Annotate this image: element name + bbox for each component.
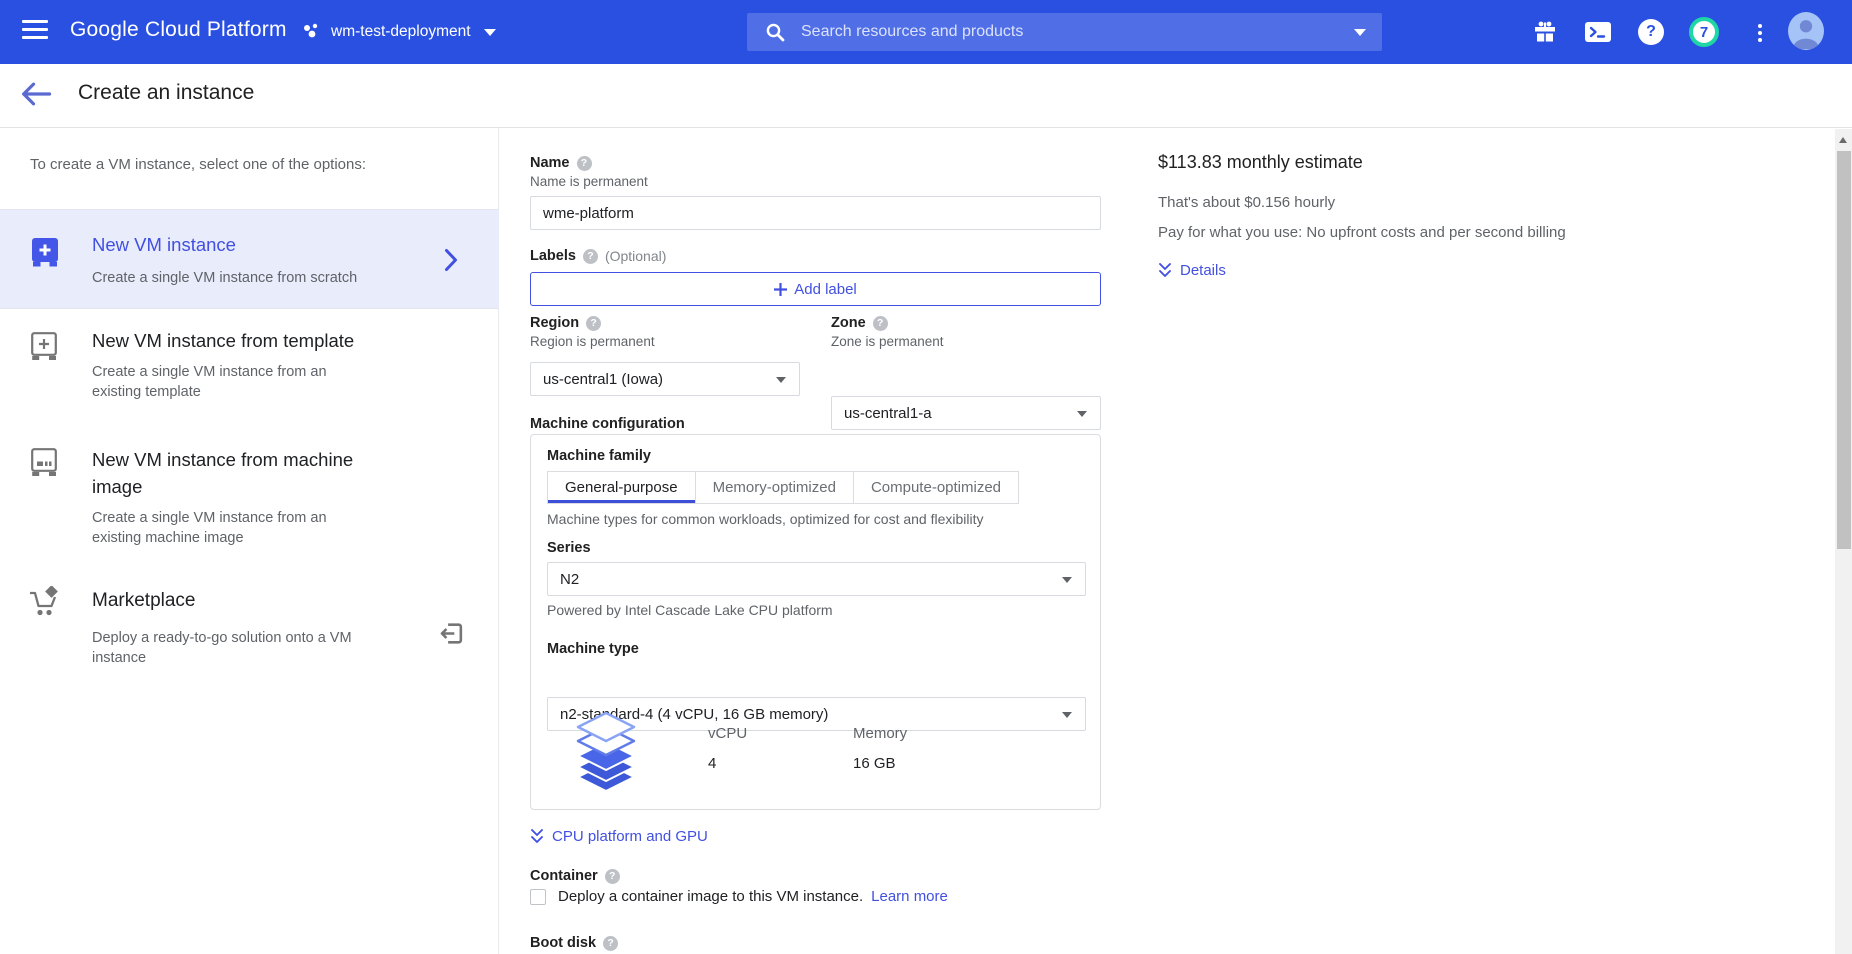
open-in-marketplace-icon <box>438 620 465 647</box>
sidebar-item-title: New VM instance <box>92 234 236 256</box>
search-bar[interactable] <box>747 13 1382 51</box>
memory-label: Memory <box>853 725 907 742</box>
region-select[interactable]: us-central1 (Iowa) <box>530 362 800 396</box>
sidebar-item-title: New VM instance from machine image <box>92 446 402 500</box>
series-note: Powered by Intel Cascade Lake CPU platfo… <box>547 602 833 618</box>
help-icon: ? <box>1638 19 1664 45</box>
container-help-icon[interactable] <box>605 869 620 884</box>
layers-icon <box>568 711 644 793</box>
whats-new-button[interactable] <box>1527 14 1563 50</box>
search-input[interactable] <box>801 23 1338 41</box>
project-picker[interactable]: wm-test-deployment <box>300 14 496 50</box>
scrollbar-thumb[interactable] <box>1837 151 1851 549</box>
gift-icon <box>1533 20 1557 44</box>
sidebar-intro: To create a VM instance, select one of t… <box>30 156 366 173</box>
page-header: Create an instance <box>0 64 1852 128</box>
sidebar-item-description: Create a single VM instance from scratch <box>92 268 357 288</box>
name-input[interactable] <box>530 196 1101 230</box>
sidebar-item-description: Create a single VM instance from an exis… <box>92 508 342 548</box>
labels-label: Labels (Optional) <box>530 248 666 264</box>
expand-more-icon <box>530 828 544 845</box>
machine-config-card: Machine family General-purpose Memory-op… <box>530 434 1101 810</box>
tab-general-purpose[interactable]: General-purpose <box>547 471 695 504</box>
notification-count: 7 <box>1700 24 1708 41</box>
estimate-billing-note: Pay for what you use: No upfront costs a… <box>1158 224 1566 241</box>
vm-plus-icon <box>32 238 59 267</box>
estimate-title: $113.83 monthly estimate <box>1158 152 1363 173</box>
container-learn-more-link[interactable]: Learn more <box>871 888 948 905</box>
machine-family-label: Machine family <box>547 448 651 464</box>
vertical-scrollbar[interactable] <box>1835 129 1852 954</box>
boot-disk-help-icon[interactable] <box>603 936 618 951</box>
gcp-logo[interactable]: Google Cloud Platform <box>70 18 287 42</box>
project-name: wm-test-deployment <box>331 23 471 41</box>
container-label: Container <box>530 868 620 884</box>
region-label: Region <box>530 315 601 331</box>
machine-config-heading: Machine configuration <box>530 416 685 432</box>
avatar <box>1788 12 1824 50</box>
series-select[interactable]: N2 <box>547 562 1086 596</box>
instance-form: Name Name is permanent Labels (Optional)… <box>530 128 1101 954</box>
expand-more-icon <box>1158 262 1172 279</box>
plus-icon <box>774 283 787 296</box>
marketplace-cart-icon <box>28 586 60 618</box>
vcpu-value: 4 <box>708 755 716 772</box>
machine-image-icon <box>31 448 58 477</box>
zone-label: Zone <box>831 315 888 331</box>
estimate-details-expander[interactable]: Details <box>1158 262 1226 279</box>
page-title: Create an instance <box>78 81 254 105</box>
tab-memory-optimized[interactable]: Memory-optimized <box>695 471 853 504</box>
chevron-down-icon <box>484 29 496 36</box>
sidebar-item-title: Marketplace <box>92 590 196 612</box>
container-checkbox[interactable] <box>530 889 546 905</box>
creation-options-sidebar: To create a VM instance, select one of t… <box>0 128 499 954</box>
zone-help-icon[interactable] <box>873 316 888 331</box>
vcpu-label: vCPU <box>708 725 747 742</box>
back-arrow-icon <box>20 80 52 108</box>
series-label: Series <box>547 540 591 556</box>
labels-optional: (Optional) <box>605 248 666 264</box>
machine-type-label: Machine type <box>547 641 639 657</box>
zone-note: Zone is permanent <box>831 334 944 349</box>
tab-description: Machine types for common workloads, opti… <box>547 511 984 527</box>
help-button[interactable]: ? <box>1633 14 1669 50</box>
project-icon <box>300 21 322 43</box>
sidebar-item-description: Create a single VM instance from an exis… <box>92 362 342 402</box>
more-options-button[interactable] <box>1742 14 1778 50</box>
template-icon <box>31 332 58 361</box>
terminal-icon <box>1584 21 1612 43</box>
add-label-button[interactable]: Add label <box>530 272 1101 306</box>
region-help-icon[interactable] <box>586 316 601 331</box>
top-app-bar: Google Cloud Platform wm-test-deployment… <box>0 0 1852 64</box>
region-note: Region is permanent <box>530 334 655 349</box>
search-icon <box>765 22 785 42</box>
name-note: Name is permanent <box>530 174 648 189</box>
notifications-button[interactable]: 7 <box>1686 14 1722 50</box>
notification-badge: 7 <box>1689 17 1719 47</box>
account-button[interactable] <box>1788 13 1824 49</box>
estimate-hourly: That's about $0.156 hourly <box>1158 194 1335 211</box>
name-help-icon[interactable] <box>577 156 592 171</box>
sidebar-item-new-vm-instance[interactable]: New VM instance Create a single VM insta… <box>0 209 499 309</box>
chevron-right-icon <box>444 248 459 272</box>
zone-select[interactable]: us-central1-a <box>831 396 1101 430</box>
memory-value: 16 GB <box>853 755 896 772</box>
boot-disk-label: Boot disk <box>530 935 618 951</box>
scroll-up-arrow[interactable] <box>1839 137 1847 143</box>
cloud-shell-button[interactable] <box>1580 14 1616 50</box>
sidebar-item-title: New VM instance from template <box>92 330 354 352</box>
tab-compute-optimized[interactable]: Compute-optimized <box>853 471 1019 504</box>
menu-icon[interactable] <box>22 20 48 42</box>
search-dropdown-icon[interactable] <box>1354 29 1366 36</box>
labels-help-icon[interactable] <box>583 249 598 264</box>
container-checkbox-text: Deploy a container image to this VM inst… <box>558 888 863 905</box>
back-button[interactable] <box>20 80 54 112</box>
name-label: Name <box>530 155 592 171</box>
machine-family-tabs: General-purpose Memory-optimized Compute… <box>547 471 1019 504</box>
cpu-platform-gpu-expander[interactable]: CPU platform and GPU <box>530 828 708 845</box>
sidebar-item-description: Deploy a ready-to-go solution onto a VM … <box>92 628 352 668</box>
